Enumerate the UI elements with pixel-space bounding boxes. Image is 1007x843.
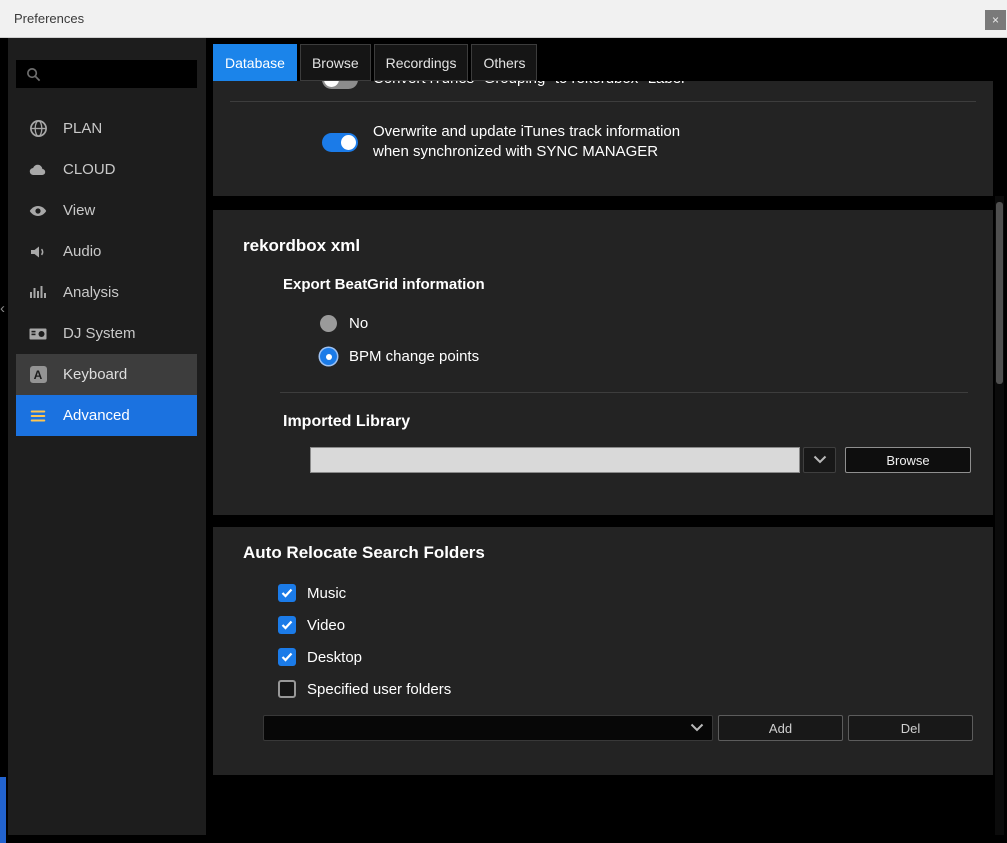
- sidebar-item-plan[interactable]: PLAN: [16, 108, 197, 149]
- beatgrid-radio-group: No BPM change points: [213, 307, 993, 373]
- imported-library-heading: Imported Library: [283, 413, 993, 431]
- player-deck-icon: [28, 324, 48, 344]
- user-folder-row: Add Del: [263, 715, 993, 741]
- overwrite-label: Overwrite and update iTunes track inform…: [373, 122, 680, 162]
- tab-label: Recordings: [386, 55, 457, 71]
- tab-recordings[interactable]: Recordings: [374, 44, 469, 81]
- search-icon: [23, 64, 43, 84]
- close-button[interactable]: ×: [985, 10, 1006, 30]
- sidebar-item-label: View: [63, 202, 95, 219]
- toggle-knob: [341, 135, 356, 150]
- checkbox-label: Video: [307, 617, 345, 634]
- tab-label: Browse: [312, 55, 359, 71]
- specified-user-folders-checkbox[interactable]: [278, 680, 296, 698]
- checkbox-row-specified-user-folders[interactable]: Specified user folders: [278, 673, 993, 705]
- speaker-icon: [28, 242, 48, 262]
- overwrite-label-line1: Overwrite and update iTunes track inform…: [373, 122, 680, 142]
- auto-relocate-title: Auto Relocate Search Folders: [213, 527, 993, 563]
- radio-no-label: No: [349, 315, 368, 332]
- sidebar-menu: PLAN CLOUD View Audio: [8, 108, 206, 436]
- imported-library-row: Browse: [310, 447, 993, 473]
- itunes-settings-panel: Convert iTunes "Grouping" to rekordbox "…: [213, 81, 993, 196]
- auto-relocate-panel: Auto Relocate Search Folders Music Video…: [213, 527, 993, 775]
- waveform-icon: [28, 283, 48, 303]
- tab-others[interactable]: Others: [471, 44, 537, 81]
- title-bar: Preferences ×: [0, 0, 1007, 38]
- toggle-knob: [324, 81, 339, 87]
- sidebar-item-analysis[interactable]: Analysis: [16, 272, 197, 313]
- tab-bar: Database Browse Recordings Others: [213, 44, 537, 81]
- overwrite-row: Overwrite and update iTunes track inform…: [213, 122, 993, 162]
- chevron-down-icon: [813, 451, 827, 469]
- rekordbox-xml-panel: rekordbox xml Export BeatGrid informatio…: [213, 210, 993, 515]
- checkbox-label: Desktop: [307, 649, 362, 666]
- video-checkbox[interactable]: [278, 616, 296, 634]
- menu-lines-icon: [28, 406, 48, 426]
- sidebar-collapse-arrow[interactable]: [0, 300, 8, 322]
- keyboard-a-icon: [28, 365, 48, 385]
- search-input[interactable]: [49, 66, 190, 83]
- sidebar-item-label: CLOUD: [63, 161, 116, 178]
- scrollbar-thumb[interactable]: [996, 202, 1003, 384]
- vertical-scrollbar[interactable]: [995, 196, 1004, 835]
- checkbox-row-music[interactable]: Music: [278, 577, 993, 609]
- rekordbox-xml-title: rekordbox xml: [213, 210, 993, 256]
- window-edge-accent: [0, 777, 6, 843]
- sidebar-item-dj-system[interactable]: DJ System: [16, 313, 197, 354]
- checkbox-row-desktop[interactable]: Desktop: [278, 641, 993, 673]
- overwrite-label-line2: when synchronized with SYNC MANAGER: [373, 142, 680, 162]
- sidebar-item-label: Analysis: [63, 284, 119, 301]
- add-button-label: Add: [769, 721, 792, 736]
- sidebar-item-keyboard[interactable]: Keyboard: [16, 354, 197, 395]
- del-button[interactable]: Del: [848, 715, 973, 741]
- sidebar-item-label: PLAN: [63, 120, 102, 137]
- del-button-label: Del: [901, 721, 921, 736]
- tab-browse[interactable]: Browse: [300, 44, 371, 81]
- radio-row-no[interactable]: No: [320, 307, 993, 340]
- grouping-row: Convert iTunes "Grouping" to rekordbox "…: [213, 81, 993, 101]
- sidebar-item-view[interactable]: View: [16, 190, 197, 231]
- radio-bpm-change-points[interactable]: [320, 348, 337, 365]
- grouping-label: Convert iTunes "Grouping" to rekordbox "…: [373, 81, 690, 89]
- sidebar-item-label: Audio: [63, 243, 101, 260]
- radio-no[interactable]: [320, 315, 337, 332]
- chevron-down-icon: [690, 719, 704, 737]
- user-folder-dropdown[interactable]: [263, 715, 713, 741]
- tab-label: Database: [225, 55, 285, 71]
- checkbox-label: Music: [307, 585, 346, 602]
- sidebar-item-cloud[interactable]: CLOUD: [16, 149, 197, 190]
- imported-library-dropdown-button[interactable]: [803, 447, 836, 473]
- divider: [230, 101, 976, 102]
- add-button[interactable]: Add: [718, 715, 843, 741]
- cloud-icon: [28, 160, 48, 180]
- grouping-toggle[interactable]: [322, 81, 358, 89]
- radio-row-bpm-change-points[interactable]: BPM change points: [320, 340, 993, 373]
- checkbox-label: Specified user folders: [307, 681, 451, 698]
- window-title: Preferences: [14, 11, 84, 26]
- tab-label: Others: [483, 55, 525, 71]
- desktop-checkbox[interactable]: [278, 648, 296, 666]
- sidebar-item-label: Advanced: [63, 407, 130, 424]
- plan-globe-icon: [28, 119, 48, 139]
- divider: [280, 392, 968, 393]
- browse-button[interactable]: Browse: [845, 447, 971, 473]
- sidebar-item-advanced[interactable]: Advanced: [16, 395, 197, 436]
- sidebar-item-audio[interactable]: Audio: [16, 231, 197, 272]
- checkbox-row-video[interactable]: Video: [278, 609, 993, 641]
- eye-icon: [28, 201, 48, 221]
- relocate-checkbox-list: Music Video Desktop Specified user folde…: [278, 577, 993, 705]
- music-checkbox[interactable]: [278, 584, 296, 602]
- sidebar-item-label: DJ System: [63, 325, 136, 342]
- sidebar-item-label: Keyboard: [63, 366, 127, 383]
- imported-library-input[interactable]: [310, 447, 800, 473]
- tab-database[interactable]: Database: [213, 44, 297, 81]
- export-beatgrid-heading: Export BeatGrid information: [283, 276, 993, 293]
- overwrite-toggle[interactable]: [322, 133, 358, 152]
- search-box[interactable]: [16, 60, 197, 88]
- sidebar: PLAN CLOUD View Audio: [8, 38, 206, 835]
- close-icon: ×: [992, 13, 999, 27]
- radio-bpm-label: BPM change points: [349, 348, 479, 365]
- browse-button-label: Browse: [886, 453, 929, 468]
